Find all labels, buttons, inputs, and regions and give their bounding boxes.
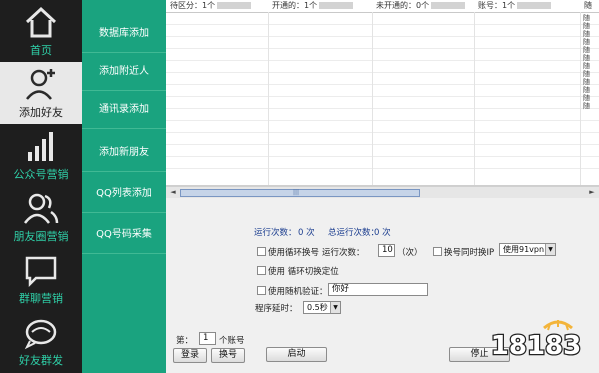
- submenu-item-contacts-add[interactable]: 通讯录添加: [82, 91, 166, 129]
- scrollbar-grip: |||: [293, 189, 300, 196]
- delay-select[interactable]: 0.5秒 ▼: [303, 301, 341, 314]
- loop-switch-label: 使用循环换号: [268, 248, 320, 258]
- sidebar-item-label: 添加好友: [19, 106, 63, 119]
- run-count-value: 0 次: [298, 228, 315, 238]
- vpn-select-value: 使用91vpn: [503, 245, 545, 254]
- switch-account-button[interactable]: 换号: [211, 348, 245, 363]
- table-cell: 随: [583, 78, 590, 86]
- random-verify-label: 使用随机验证：: [268, 287, 328, 297]
- column-header-not-activated[interactable]: 未开通的：0个: [376, 0, 466, 12]
- scroll-right-arrow-icon[interactable]: ►: [587, 188, 597, 197]
- login-button[interactable]: 登录: [173, 348, 207, 363]
- sidebar-item-group-chat[interactable]: 群聊营销: [0, 248, 82, 310]
- column-header-extra[interactable]: 随: [584, 0, 592, 12]
- table-cell: 随: [583, 14, 590, 22]
- 18183-logo: 18183: [490, 320, 582, 362]
- scroll-left-arrow-icon[interactable]: ◄: [168, 188, 178, 197]
- sidebar-item-label: 朋友圈营销: [13, 230, 69, 243]
- sidebar-item-label: 好友群发: [19, 354, 63, 367]
- chevron-down-icon[interactable]: ▼: [330, 302, 340, 313]
- sidebar-item-label: 首页: [30, 44, 52, 57]
- submenu-item-new-friends-add[interactable]: 添加新朋友: [82, 134, 166, 172]
- svg-text:18183: 18183: [491, 331, 581, 361]
- run-times-label: 运行次数：: [322, 248, 365, 258]
- delay-select-value: 0.5秒: [307, 303, 328, 312]
- random-verify-checkbox[interactable]: [257, 286, 266, 295]
- table-cell: 随: [583, 86, 590, 94]
- submenu-item-qq-number-collect[interactable]: QQ号码采集: [82, 216, 166, 254]
- broadcast-icon: [24, 319, 57, 350]
- loop-switch-checkbox[interactable]: [257, 247, 266, 256]
- table-cell: 随: [583, 38, 590, 46]
- sidebar-item-moments[interactable]: 朋友圈营销: [0, 186, 82, 248]
- horizontal-scrollbar[interactable]: ◄ ||| ►: [166, 186, 599, 198]
- account-table[interactable]: 待区分：1个 开通的：1个 未开通的：0个 账号：1个 随 随 随 随 随 随 …: [166, 0, 599, 186]
- add-friend-submenu: 数据库添加 添加附近人 通讯录添加 添加新朋友 QQ列表添加 QQ号码采集: [82, 0, 166, 373]
- submenu-item-qq-list-add[interactable]: QQ列表添加: [82, 175, 166, 213]
- sidebar-item-broadcast[interactable]: 好友群发: [0, 310, 82, 372]
- loop-location-label: 使用 循环切换定位: [268, 267, 339, 277]
- switch-ip-checkbox[interactable]: [433, 247, 442, 256]
- table-cell: 随: [583, 94, 590, 102]
- sidebar-item-add-friend[interactable]: 添加好友: [0, 62, 82, 124]
- table-cell: 随: [583, 46, 590, 54]
- submenu-item-nearby-add[interactable]: 添加附近人: [82, 53, 166, 91]
- table-cell: 随: [583, 30, 590, 38]
- column-header-activated[interactable]: 开通的：1个: [272, 0, 354, 12]
- table-cell: 随: [583, 70, 590, 78]
- submenu-item-database-add[interactable]: 数据库添加: [82, 15, 166, 53]
- table-cell: 随: [583, 22, 590, 30]
- account-prefix: 第：: [176, 336, 194, 346]
- sidebar-item-label: 公众号营销: [13, 168, 69, 181]
- run-times-unit: （次）: [397, 248, 423, 258]
- loop-location-checkbox[interactable]: [257, 266, 266, 275]
- start-button[interactable]: 启动: [266, 347, 327, 362]
- total-run-count-value: 0 次: [374, 228, 391, 238]
- account-suffix: 个账号: [219, 336, 245, 346]
- total-run-count-label: 总运行次数：: [328, 228, 380, 238]
- scrollbar-thumb[interactable]: |||: [180, 189, 420, 197]
- chat-bubble-icon: [25, 256, 57, 288]
- main-sidebar: 首页 添加好友 公众号营销 朋友圈营销 群聊营销 好友群发: [0, 0, 82, 373]
- column-header-pending[interactable]: 待区分：1个: [170, 0, 252, 12]
- table-cell: 随: [583, 102, 590, 110]
- vpn-select[interactable]: 使用91vpn ▼: [499, 243, 556, 256]
- chevron-down-icon[interactable]: ▼: [545, 244, 555, 255]
- delay-label: 程序延时：: [255, 304, 298, 314]
- sidebar-item-label: 群聊营销: [19, 292, 63, 305]
- run-times-input[interactable]: 10: [378, 244, 395, 257]
- table-cell: 随: [583, 62, 590, 70]
- sidebar-item-home[interactable]: 首页: [0, 0, 82, 62]
- sidebar-item-official-account[interactable]: 公众号营销: [0, 124, 82, 186]
- add-friend-icon: [26, 69, 55, 100]
- random-verify-input[interactable]: 你好: [328, 283, 428, 296]
- home-icon: [25, 6, 57, 38]
- people-icon: [24, 193, 59, 224]
- column-header-accounts[interactable]: 账号：1个: [478, 0, 552, 12]
- bar-chart-icon: [28, 132, 53, 161]
- account-index-input[interactable]: 1: [199, 332, 216, 345]
- run-count-label: 运行次数：: [254, 228, 297, 238]
- switch-ip-label: 换号同时换IP: [444, 248, 495, 258]
- table-cell: 随: [583, 54, 590, 62]
